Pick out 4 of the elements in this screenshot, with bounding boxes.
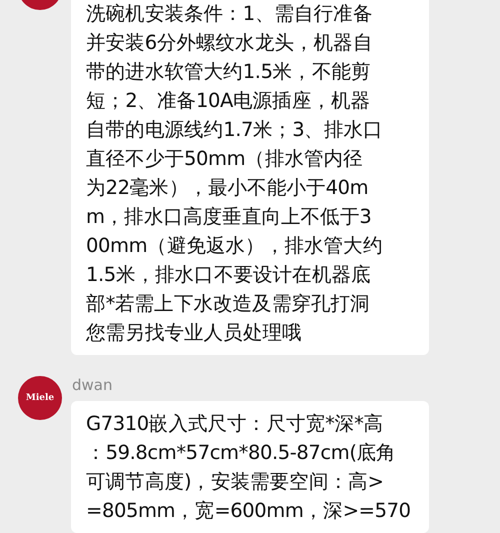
message-text: 洗碗机安装条件：1、需自行准备 并安装6分外螺纹水龙头，机器自 带的进水软管大约1.5米，不能剪 短；2、准备10A电源插座，机器 自带的电源线约1.7米；3、排水口 直径不少于50mm（排水管内径 为22毫米），最小不能小于40m m，排水口高度垂直向上不低于3 00mm（避免返水），排水管大约 1.5米，排水口不要设计在机器底 部*若需上下水改造及需穿孔打洞 您需另找专业人员处理哦 <box>86 1 384 346</box>
message-text: G7310嵌入式尺寸：尺寸宽*深*高 ：59.8cm*57cm*80.5-87cm(底角 可调节高度)，安装需要空间：高> =805mm，宽=600mm，深>=570 <box>86 411 412 524</box>
sender-name: dwan <box>72 375 114 395</box>
avatar[interactable]: Miele <box>18 376 62 420</box>
